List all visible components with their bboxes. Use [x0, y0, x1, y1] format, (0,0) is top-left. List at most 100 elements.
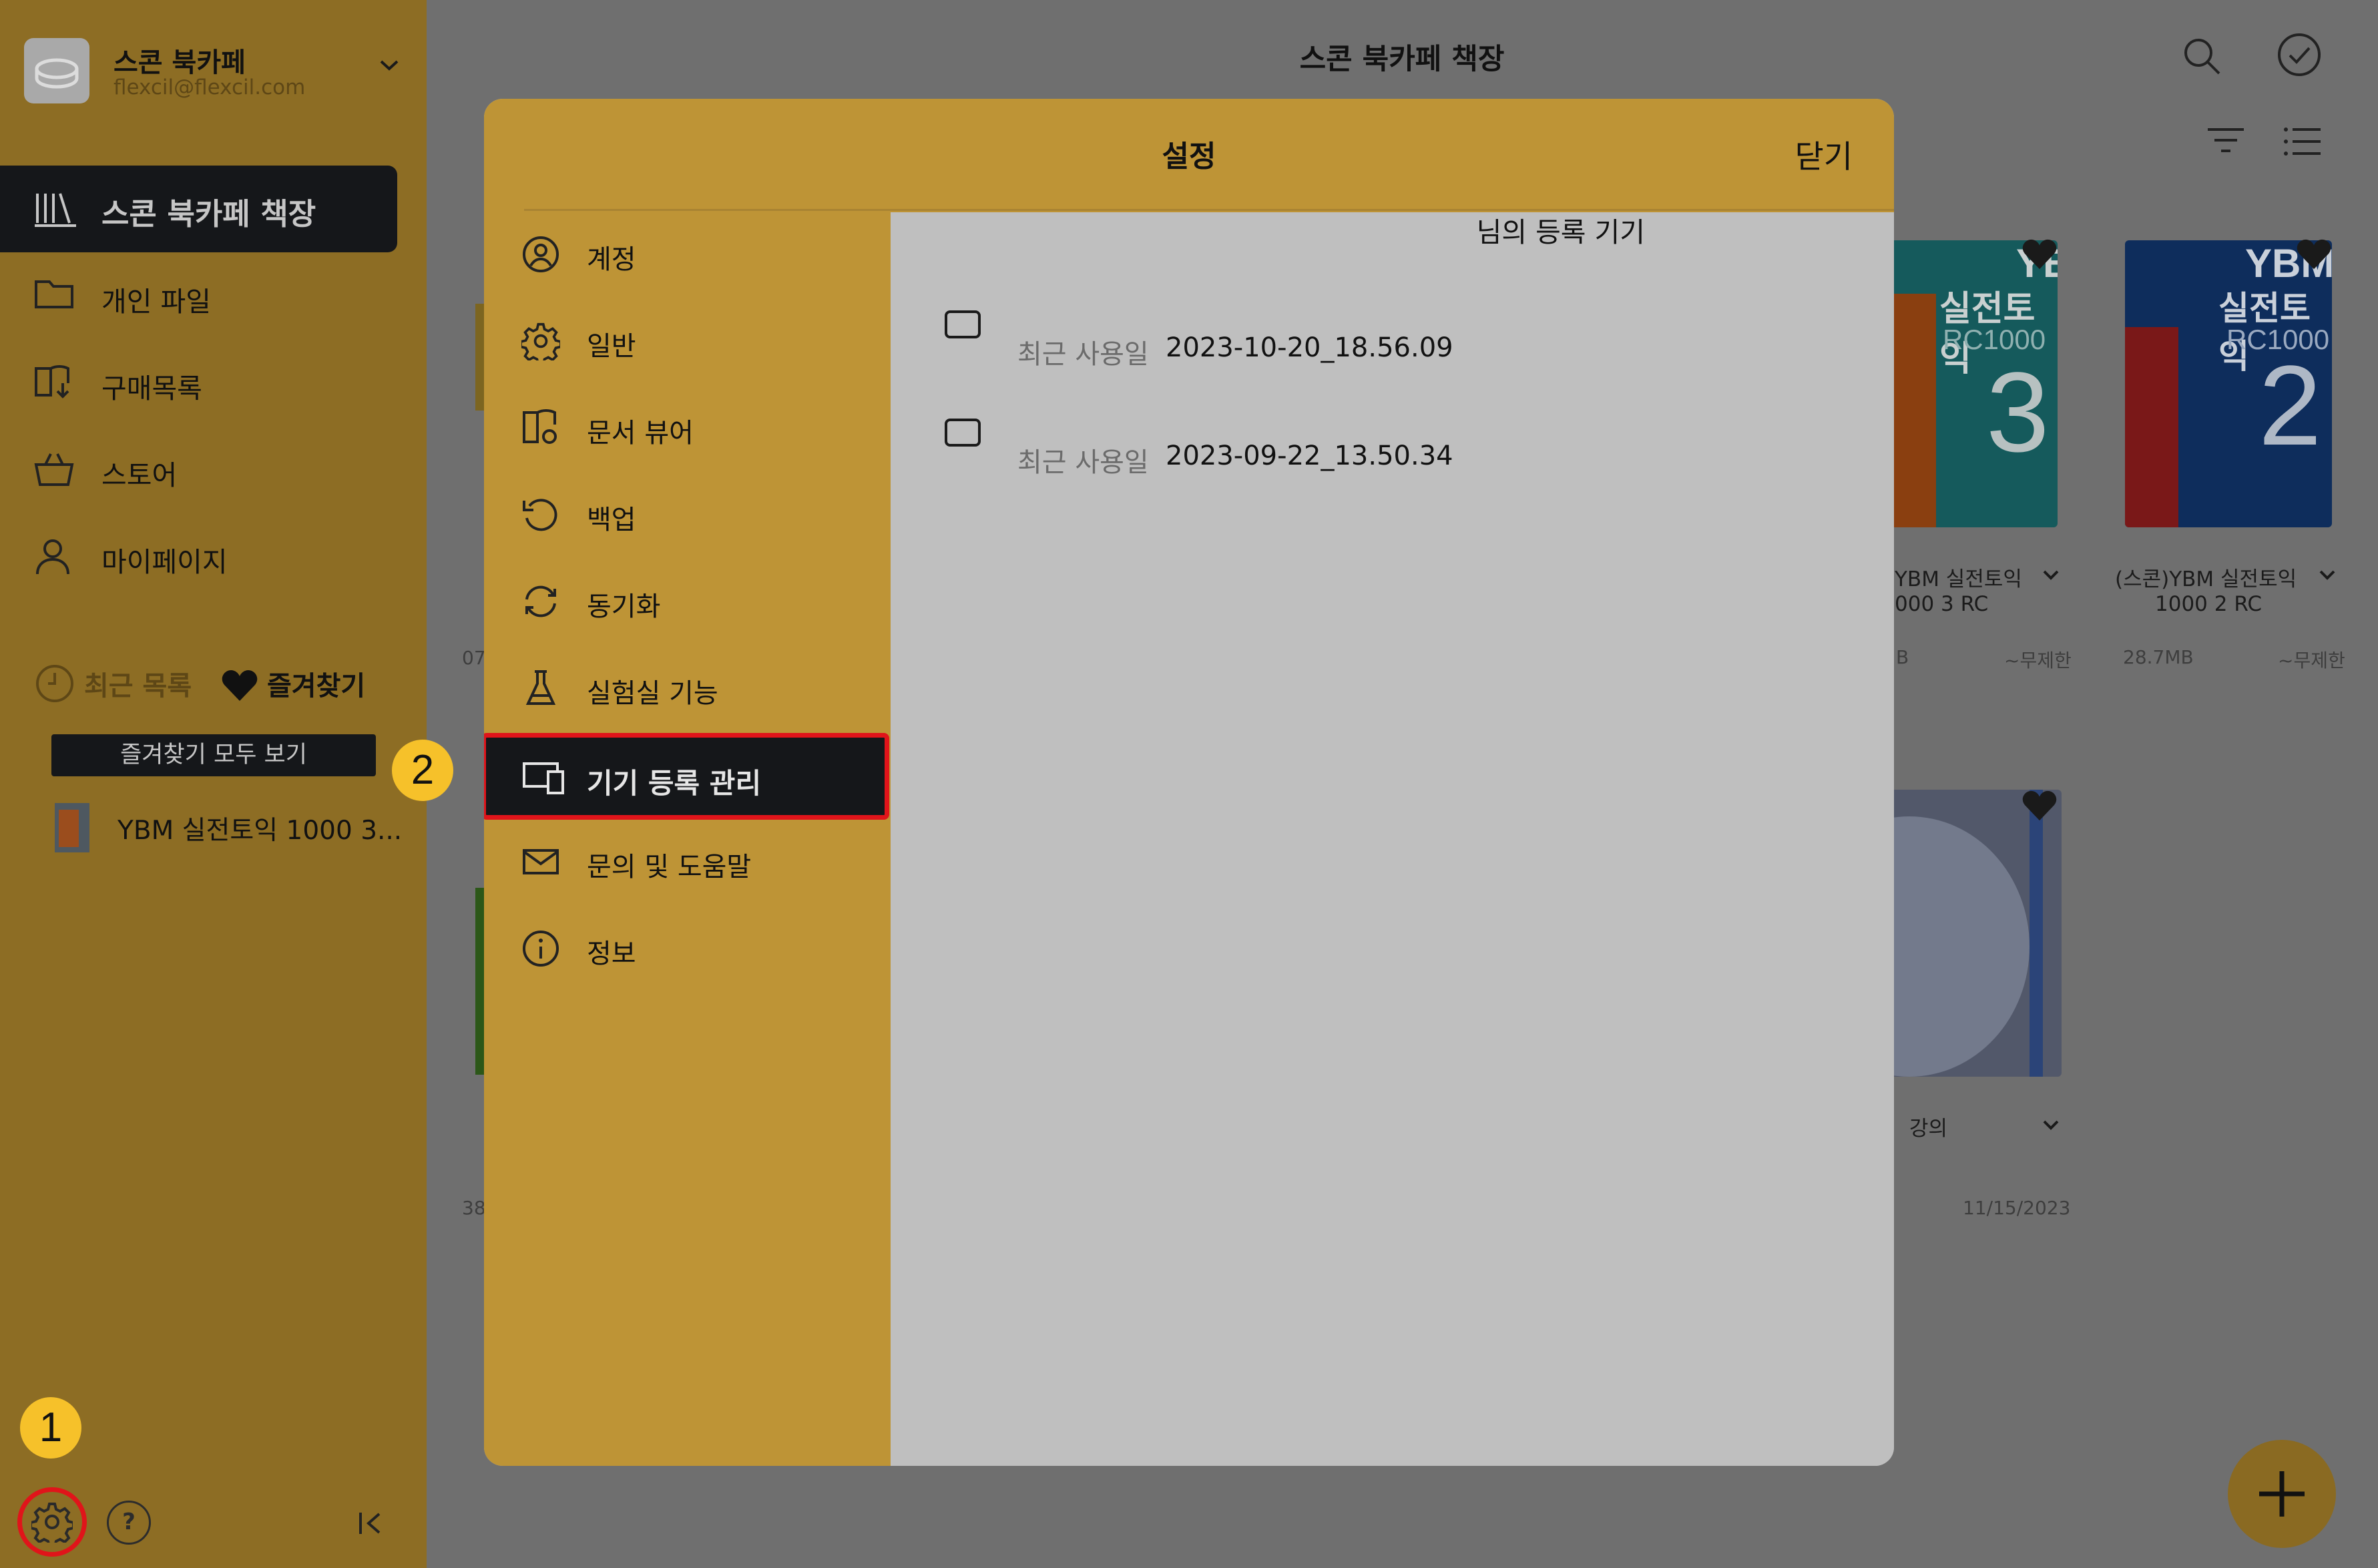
account-switcher[interactable]: 스콘 북카페 flexcil@flexcil.com: [24, 38, 405, 111]
device-row[interactable]: 최근 사용일 2023-09-22_13.50.34: [891, 418, 1894, 511]
account-name: 스콘 북카페: [113, 47, 246, 78]
device-icon: [944, 418, 981, 447]
modal-header: 설정 닫기: [484, 99, 1894, 214]
book-title: YBM 실전토익: [1895, 567, 2022, 591]
book-cover-edge: [475, 304, 484, 411]
sidebar-item-personal-files[interactable]: 개인 파일: [0, 252, 397, 339]
page-title: 스콘 북카페 책장: [1299, 43, 1505, 76]
sync-icon: [521, 582, 560, 621]
sidebar-item-label: 마이페이지: [101, 546, 228, 578]
book-cover[interactable]: [1889, 790, 2062, 1077]
backup-icon: [521, 495, 560, 534]
user-icon: [33, 537, 72, 575]
flask-icon: [521, 669, 560, 708]
account-circle-icon: [521, 235, 560, 274]
settings-modal: 설정 닫기 계정 일반 문서 뷰어 백업 동기화 실험실 기능 기기 등록 관리…: [484, 99, 1894, 1466]
gear-icon: [31, 1501, 73, 1543]
devices-icon: [521, 758, 565, 797]
book-title-line2: 000 3 RC: [1895, 592, 1989, 616]
heart-icon[interactable]: [2295, 238, 2333, 270]
chevron-down-icon: [378, 58, 401, 73]
menu-item-label: 일반: [587, 331, 636, 362]
sidebar-item-purchases[interactable]: 구매목록: [0, 339, 397, 426]
heart-icon: [220, 669, 259, 702]
last-used-label: 최근 사용일: [1017, 447, 1149, 478]
sidebar-item-store[interactable]: 스토어: [0, 426, 397, 513]
filter-icon[interactable]: [2206, 125, 2245, 155]
device-row[interactable]: 최근 사용일 2023-10-20_18.56.09: [891, 310, 1894, 403]
menu-item-labs[interactable]: 실험실 기능: [484, 646, 891, 733]
book-meta: 38: [462, 1197, 486, 1219]
favorites-tab[interactable]: 즐겨찾기: [267, 664, 365, 703]
modal-title: 설정: [1162, 140, 1216, 174]
book-cover-edge: [475, 888, 484, 1075]
menu-item-document-viewer[interactable]: 문서 뷰어: [484, 386, 891, 473]
last-used-value: 2023-10-20_18.56.09: [1166, 332, 1453, 363]
list-view-icon[interactable]: [2283, 125, 2322, 158]
book-expiry: ~무제한: [2004, 649, 2072, 672]
menu-item-label: 동기화: [587, 591, 661, 622]
settings-button[interactable]: [17, 1487, 87, 1557]
sidebar-item-label: 스콘 북카페 책장: [101, 196, 316, 232]
chevron-down-icon[interactable]: [2042, 1119, 2060, 1132]
shopping-basket-icon: [33, 450, 75, 489]
sidebar-item-label: 개인 파일: [101, 286, 211, 318]
step-badge-1: 1: [20, 1397, 81, 1459]
account-avatar: [24, 38, 89, 103]
sidebar-item-bookshelf[interactable]: 스콘 북카페 책장: [0, 166, 397, 252]
book-meta: 07: [462, 647, 486, 669]
menu-item-general[interactable]: 일반: [484, 299, 891, 386]
bookshelf-icon: [33, 190, 77, 228]
menu-item-info[interactable]: 정보: [484, 906, 891, 993]
account-email: flexcil@flexcil.com: [113, 75, 306, 99]
menu-item-label: 백업: [587, 505, 636, 535]
recent-tab[interactable]: 최근 목록: [84, 664, 192, 703]
select-check-icon[interactable]: [2277, 32, 2322, 77]
add-button[interactable]: [2228, 1440, 2336, 1548]
chevron-down-icon[interactable]: [2042, 569, 2060, 582]
book-cover[interactable]: YBM 실전토익 RC1000 2: [2125, 240, 2332, 527]
gear-icon: [521, 322, 560, 360]
sidebar-item-label: 스토어: [101, 459, 178, 491]
menu-item-backup[interactable]: 백업: [484, 473, 891, 559]
device-icon: [944, 310, 981, 339]
folder-icon: [33, 276, 75, 311]
last-used-value: 2023-09-22_13.50.34: [1166, 441, 1453, 471]
book-download-icon: [33, 363, 76, 402]
sidebar-item-mypage[interactable]: 마이페이지: [0, 513, 397, 599]
heart-icon[interactable]: [2021, 238, 2058, 270]
sidebar: 스콘 북카페 flexcil@flexcil.com 스콘 북카페 책장 개인 …: [0, 0, 427, 1568]
heart-icon[interactable]: [2021, 790, 2058, 822]
menu-item-label: 실험실 기능: [587, 678, 718, 709]
header-divider: [524, 209, 1894, 211]
sidebar-item-label: 구매목록: [101, 372, 202, 405]
close-button[interactable]: 닫기: [1795, 131, 1853, 177]
menu-item-sync[interactable]: 동기화: [484, 559, 891, 646]
settings-content: 님의 등록 기기 최근 사용일 2023-10-20_18.56.09 최근 사…: [891, 212, 1894, 1466]
book-size: B: [1896, 646, 1909, 668]
favorite-book-item[interactable]: YBM 실전토익 1000 3...: [117, 810, 402, 847]
search-icon[interactable]: [2182, 36, 2222, 76]
menu-item-label: 기기 등록 관리: [587, 767, 762, 800]
view-all-favorites-button[interactable]: 즐겨찾기 모두 보기: [51, 734, 376, 776]
chevron-down-icon[interactable]: [2318, 569, 2337, 582]
collapse-sidebar-icon[interactable]: [356, 1510, 385, 1537]
book-expiry: ~무제한: [2278, 649, 2345, 672]
menu-item-contact-help[interactable]: 문의 및 도움말: [484, 820, 891, 906]
menu-item-label: 정보: [587, 939, 636, 969]
book-title: (스콘)YBM 실전토익: [2115, 567, 2297, 591]
devices-heading: 님의 등록 기기: [1476, 216, 1645, 248]
info-icon: [521, 929, 560, 968]
last-used-label: 최근 사용일: [1017, 339, 1149, 370]
menu-item-account[interactable]: 계정: [484, 212, 891, 299]
help-button[interactable]: ?: [107, 1501, 151, 1545]
mail-icon: [521, 842, 560, 881]
book-settings-icon: [521, 409, 560, 447]
menu-item-device-management[interactable]: 기기 등록 관리: [484, 733, 889, 820]
menu-item-label: 문서 뷰어: [587, 418, 694, 449]
menu-item-label: 문의 및 도움말: [587, 852, 752, 882]
book-size: 28.7MB: [2123, 646, 2194, 668]
book-title: 강의: [1909, 1117, 1948, 1141]
plus-icon: [2255, 1467, 2309, 1521]
book-cover[interactable]: YB 실전토익 RC1000 3: [1889, 240, 2058, 527]
